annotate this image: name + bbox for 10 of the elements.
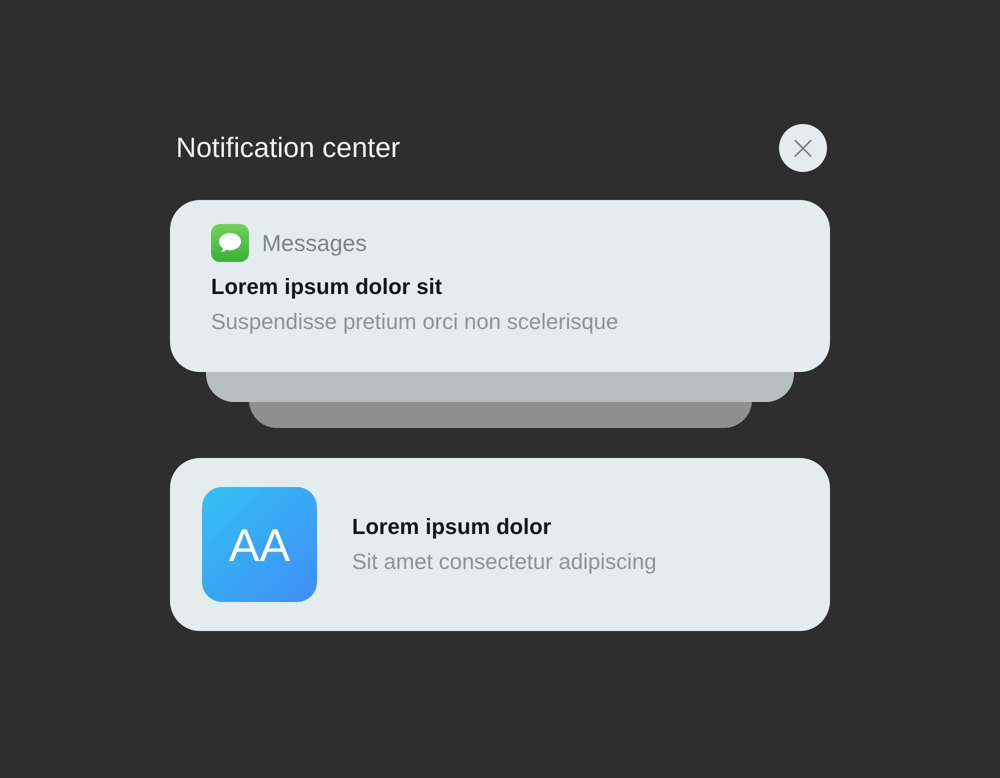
app-name: Messages <box>262 230 367 256</box>
app-icon: AA <box>202 487 317 602</box>
notification-card[interactable]: AA Lorem ipsum dolor Sit amet consectetur adipiscing <box>170 458 830 631</box>
notification-body: Sit amet consectetur adipiscing <box>352 549 656 575</box>
notification-title: Lorem ipsum dolor <box>352 514 552 540</box>
notification-card[interactable]: Messages Lorem ipsum dolor sit Suspendisse pretium orci non scelerisque <box>170 200 830 372</box>
notification-body: Suspendisse pretium orci non scelerisque <box>211 309 620 335</box>
panel-title: Notification center <box>176 132 400 164</box>
notification-title: Lorem ipsum dolor sit <box>211 274 444 300</box>
speech-bubble-icon <box>211 224 249 262</box>
